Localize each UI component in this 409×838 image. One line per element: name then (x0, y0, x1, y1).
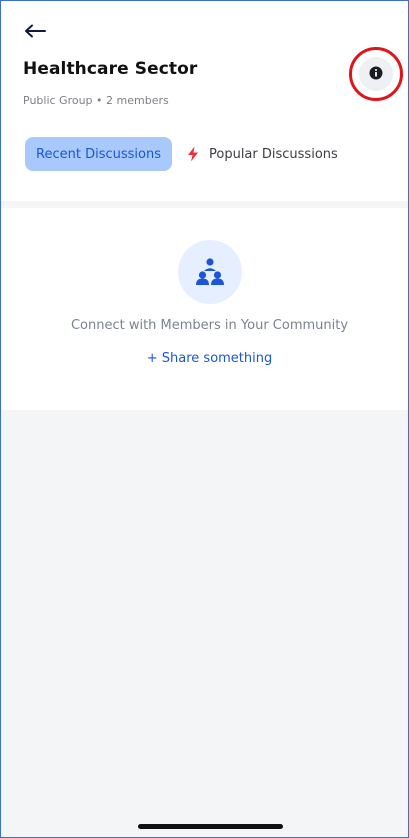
info-button[interactable] (359, 57, 393, 91)
info-highlight-ring (349, 47, 403, 101)
home-indicator[interactable] (138, 824, 283, 829)
empty-state-message: Connect with Members in Your Community (70, 318, 349, 333)
info-icon (369, 65, 383, 84)
tab-recent-discussions[interactable]: Recent Discussions (25, 137, 172, 171)
group-screen: Healthcare Sector Public Group • 2 membe… (0, 0, 409, 838)
back-button[interactable] (21, 17, 49, 45)
arrow-left-icon (24, 24, 46, 38)
empty-feed-card: Connect with Members in Your Community +… (1, 208, 408, 410)
tab-recent-label: Recent Discussions (36, 146, 161, 162)
lightning-bolt-icon (187, 146, 199, 162)
tab-popular-discussions[interactable]: Popular Discussions (187, 137, 338, 171)
group-title: Healthcare Sector (23, 59, 198, 79)
share-something-link[interactable]: + Share something (1, 351, 408, 366)
community-members-icon (178, 240, 242, 304)
group-meta: Public Group • 2 members (23, 94, 169, 107)
group-header: Healthcare Sector Public Group • 2 membe… (1, 1, 408, 201)
tab-popular-label: Popular Discussions (209, 146, 338, 162)
